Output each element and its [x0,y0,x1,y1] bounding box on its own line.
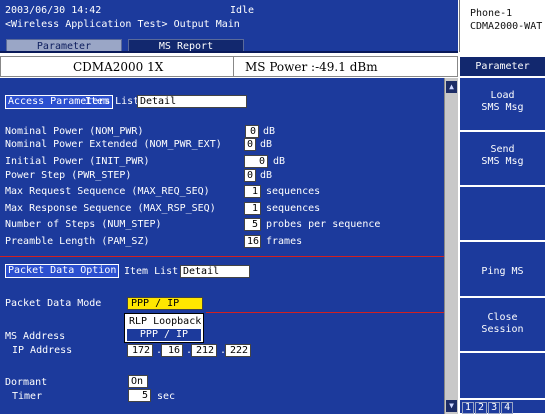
scroll-up-icon[interactable]: ▲ [446,81,457,93]
page-selector: 1234 [462,402,514,414]
param-label: Max Response Sequence (MAX_RSP_SEQ) [5,203,216,214]
button-label: Session [481,324,524,335]
page-2-button[interactable]: 2 [475,402,488,414]
param-label: Number of Steps (NUM_STEP) [5,219,162,230]
button-label: Ping MS [481,266,524,277]
param-unit: sequences [266,203,321,214]
datetime: 2003/06/30 14:42 [5,5,102,16]
load-sms-button[interactable]: Load SMS Msg [459,77,546,131]
phone-name: Phone-1 [470,8,513,19]
ms-address-label: MS Address [5,331,66,342]
param-label: Initial Power (INIT_PWR) [5,156,150,167]
ip-octet-field[interactable]: 172 [127,344,153,357]
param-unit: dB [263,126,276,137]
dropdown-option[interactable]: RLP Loopback [129,316,201,327]
blank-button-2[interactable] [459,352,546,399]
button-label: Close [487,312,518,323]
param-value-field[interactable]: 0 [245,125,259,138]
packet-item-list-select[interactable]: Detail [180,265,250,278]
param-unit: probes per sequence [266,219,381,230]
param-value-field[interactable]: 16 [244,235,261,248]
side-menu: Parameter Load SMS Msg Send SMS Msg Ping… [459,56,546,414]
ms-power-readout: MS Power :-49.1 dBm [245,60,378,74]
button-label: SMS Msg [481,102,524,113]
ip-octet-field[interactable]: 16 [161,344,183,357]
param-value-field[interactable]: 0 [244,169,256,182]
param-label: Nominal Power (NOM_PWR) [5,126,144,137]
packet-data-heading[interactable]: Packet Data Option [5,264,120,278]
timer-unit: sec [157,391,176,402]
blank-button-1[interactable] [459,186,546,241]
param-label: Nominal Power Extended (NOM_PWR_EXT) [5,139,222,150]
page-4-button[interactable]: 4 [501,402,514,414]
app-title: <Wireless Application Test> Output Main [5,19,240,30]
param-unit: dB [260,139,273,150]
packet-mode-label: Packet Data Mode [5,298,102,309]
ip-octet-field[interactable]: 212 [191,344,217,357]
status-text: Idle [230,5,255,16]
button-label: Send [490,144,515,155]
standard-label: CDMA2000 1X [73,60,164,74]
dormant-label: Dormant [5,377,48,388]
param-unit: dB [260,170,273,181]
section-divider [0,256,444,257]
ping-ms-button[interactable]: Ping MS [459,241,546,297]
param-value-field[interactable]: 0 [244,138,256,151]
item-list-label: Item List [85,96,140,107]
vertical-scrollbar[interactable]: ▲ ▼ [444,78,458,414]
dormant-select[interactable]: On [128,375,148,388]
packet-mode-select[interactable]: PPP / IP [127,297,203,310]
ip-octet-field[interactable]: 222 [225,344,251,357]
param-unit: frames [266,236,303,247]
tab-underline [0,51,458,53]
param-label: Power Step (PWR_STEP) [5,170,132,181]
info-separator [233,57,234,76]
packet-item-list-label: Item List [124,266,179,277]
param-value-field[interactable]: 1 [244,185,261,198]
phone-mode: CDMA2000-WAT [470,21,543,32]
timer-label: Timer [12,391,43,402]
dropdown-option-selected[interactable]: PPP / IP [127,329,201,341]
page-3-button[interactable]: 3 [488,402,501,414]
ip-address-label: IP Address [12,345,73,356]
phone-info: Phone-1 CDMA2000-WAT [459,0,546,52]
side-menu-title: Parameter [459,56,546,77]
packet-mode-dropdown[interactable]: RLP Loopback PPP / IP [124,313,204,343]
button-label: Load [490,90,515,101]
param-value-field[interactable]: 0 [244,155,268,168]
param-unit: dB [273,156,286,167]
param-label: Max Request Sequence (MAX_REQ_SEQ) [5,186,210,197]
param-label: Preamble Length (PAM_SZ) [5,236,150,247]
item-list-select[interactable]: Detail [137,95,247,108]
param-value-field[interactable]: 1 [244,202,261,215]
scroll-down-icon[interactable]: ▼ [446,400,457,412]
info-bar: CDMA2000 1X MS Power :-49.1 dBm [0,56,458,77]
param-unit: sequences [266,186,321,197]
mode-divider [206,312,444,313]
page-1-button[interactable]: 1 [462,402,475,414]
close-session-button[interactable]: Close Session [459,297,546,352]
button-label: SMS Msg [481,156,524,167]
send-sms-button[interactable]: Send SMS Msg [459,131,546,186]
timer-field[interactable]: 5 [128,389,151,402]
param-value-field[interactable]: 5 [244,218,261,231]
